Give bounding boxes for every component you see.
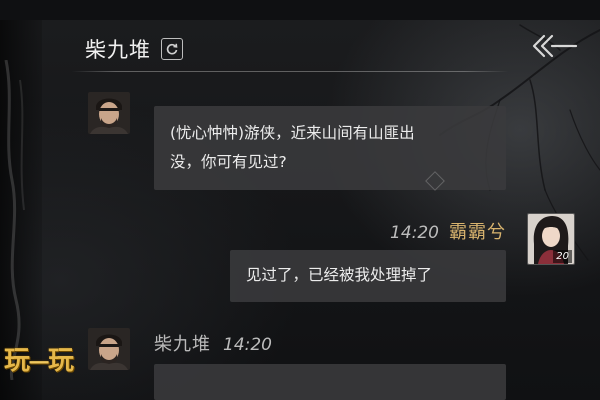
npc-name: 柴九堆: [154, 334, 211, 355]
header-divider: [72, 71, 508, 72]
npc-message-line: (忧心忡忡)游侠，近来山间有山匪出: [170, 124, 415, 142]
npc-avatar[interactable]: [88, 328, 130, 370]
player-name: 霸霸兮: [449, 222, 506, 243]
refresh-icon: [166, 43, 178, 55]
message-time: 14:20: [223, 335, 272, 355]
refresh-button[interactable]: [161, 38, 183, 60]
chat-header: 柴九堆: [85, 32, 183, 66]
player-message-text: 见过了，已经被我处理掉了: [246, 266, 433, 284]
player-level-badge: 20: [553, 250, 572, 263]
npc-avatar[interactable]: [88, 92, 130, 134]
ink-brush-decoration: [4, 60, 25, 380]
site-watermark-logo: 玩一玩: [4, 346, 74, 376]
back-arrow-icon: [532, 34, 578, 58]
npc-message-meta: 柴九堆 14:20: [154, 330, 272, 356]
message-time: 14:20: [390, 223, 439, 243]
npc-name-title: 柴九堆: [85, 38, 151, 62]
player-message-meta: 14:20 霸霸兮: [390, 218, 506, 244]
player-message-bubble: 见过了，已经被我处理掉了: [230, 250, 506, 302]
player-avatar[interactable]: 20: [527, 213, 575, 265]
back-button[interactable]: [530, 30, 580, 62]
npc-message-bubble: [154, 364, 506, 400]
npc-message-line: 没，你可有见过?: [170, 153, 287, 171]
npc-message-bubble: (忧心忡忡)游侠，近来山间有山匪出 没，你可有见过?: [154, 106, 506, 190]
